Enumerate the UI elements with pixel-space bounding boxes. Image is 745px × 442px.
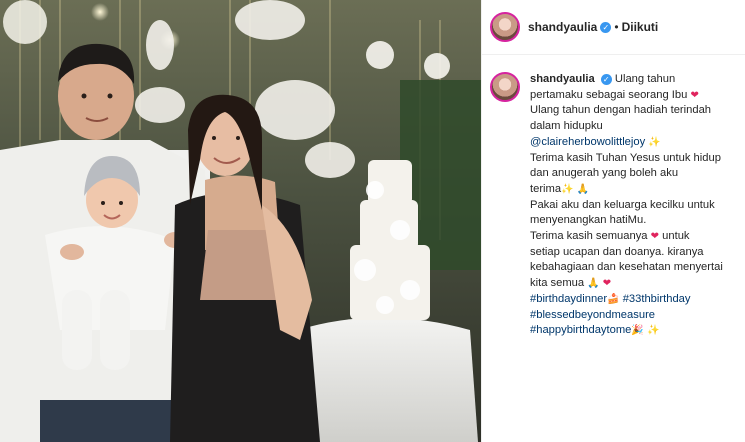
mention-link[interactable]: @claireherbowolittlejoy <box>530 136 645 148</box>
caption-line: menyenangkan hatiMu. <box>530 214 647 227</box>
post-sidebar: shandyaulia ✓ • Diikuti shandyaulia ✓ Ul… <box>481 0 745 442</box>
verified-badge-icon: ✓ <box>600 21 612 33</box>
caption-text: shandyaulia ✓ Ulang tahun pertamaku seba… <box>530 72 730 339</box>
instagram-post: shandyaulia ✓ • Diikuti shandyaulia ✓ Ul… <box>0 0 745 442</box>
caption-username[interactable]: shandyaulia <box>530 73 595 85</box>
hashtag-link[interactable]: #birthdaydinner <box>530 293 607 305</box>
cake-icon: 🍰 <box>607 293 620 305</box>
sparkles-icon: ✨ <box>648 136 661 148</box>
hashtag-link[interactable]: #33thbirthday <box>623 293 691 305</box>
caption-line: kebahagiaan dan kesehatan menyertai <box>530 261 723 274</box>
pray-icon: 🙏 <box>587 278 600 290</box>
caption-line: pertamaku sebagai seorang Ibu <box>530 88 688 101</box>
pray-icon: 🙏 <box>576 183 590 195</box>
verified-badge-icon: ✓ <box>600 73 612 85</box>
sparkles-icon: ✨ <box>646 325 660 337</box>
sparkles-icon: ✨ <box>561 183 574 195</box>
hashtag-link[interactable]: #happybirthdaytome <box>530 324 631 336</box>
caption-line: kita semua <box>530 277 585 290</box>
caption-line: dan anugerah yang boleh aku <box>530 167 679 180</box>
caption-line: untuk <box>662 230 690 243</box>
caption-avatar[interactable] <box>490 72 520 102</box>
party-icon: 🎉 <box>631 325 644 337</box>
hashtag-link[interactable]: #blessedbeyondmeasure <box>530 309 655 321</box>
caption-block: shandyaulia ✓ Ulang tahun pertamaku seba… <box>482 55 745 339</box>
caption-line: Terima kasih Tuhan Yesus untuk hidup <box>530 151 721 164</box>
caption-line: terima <box>530 182 562 195</box>
caption-line: Terima kasih semuanya <box>530 230 648 243</box>
post-photo[interactable] <box>0 0 481 442</box>
heart-icon: ❤ <box>690 89 699 101</box>
caption-line: Ulang tahun dengan hadiah terindah <box>530 104 712 117</box>
heart-icon: ❤ <box>650 231 660 243</box>
caption-line: setiap ucapan dan doanya. kiranya <box>530 245 704 258</box>
heart-icon: ❤ <box>602 278 612 290</box>
caption-line: Ulang tahun <box>614 73 676 85</box>
birthday-family-photo <box>0 0 481 442</box>
caption-line: Pakai aku dan keluarga kecilku untuk <box>530 198 715 211</box>
post-header: shandyaulia ✓ • Diikuti <box>482 0 745 55</box>
avatar[interactable] <box>490 12 520 42</box>
follow-status-button[interactable]: Diikuti <box>622 20 659 34</box>
caption-line: dalam hidupku <box>530 120 603 133</box>
separator-dot: • <box>614 20 619 34</box>
header-username[interactable]: shandyaulia <box>528 20 597 34</box>
